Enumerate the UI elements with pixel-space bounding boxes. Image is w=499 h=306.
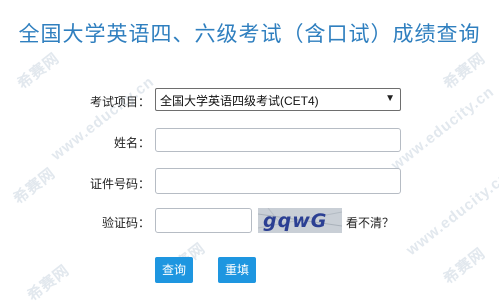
- query-button[interactable]: 查询: [155, 257, 193, 283]
- exam-label: 考试项目：: [89, 95, 150, 109]
- chevron-down-icon: ▼: [385, 93, 395, 104]
- watermark-brand: 希赛网: [24, 261, 73, 305]
- watermark-brand: 希赛网: [14, 49, 63, 93]
- captcha-label: 验证码：: [101, 216, 150, 230]
- exam-select[interactable]: 全国大学英语四级考试(CET4) ▼: [155, 88, 401, 111]
- page: 希赛网 希赛网 希赛网 www.educity.cn 希赛网 www.educi…: [0, 0, 499, 305]
- watermark-url: www.educity.cn: [403, 168, 499, 259]
- refresh-captcha-link[interactable]: 看不清？: [346, 214, 394, 231]
- reset-button[interactable]: 重填: [218, 257, 256, 283]
- captcha-input[interactable]: [155, 208, 252, 233]
- exam-select-value: 全国大学英语四级考试(CET4): [160, 94, 319, 108]
- id-number-input[interactable]: [155, 168, 401, 194]
- page-title: 全国大学英语四、六级考试（含口试）成绩查询: [18, 22, 481, 46]
- captcha-graphic: gqwG: [258, 208, 342, 233]
- captcha-text: gqwG: [263, 210, 327, 232]
- name-label: 姓名：: [113, 136, 150, 150]
- watermark-url: www.educity.cn: [388, 83, 498, 174]
- name-input[interactable]: [155, 128, 401, 152]
- captcha-image[interactable]: gqwG: [258, 208, 342, 233]
- watermark-brand: 希赛网: [440, 244, 489, 288]
- watermark-brand: 希赛网: [440, 49, 489, 93]
- id-label: 证件号码：: [89, 177, 150, 191]
